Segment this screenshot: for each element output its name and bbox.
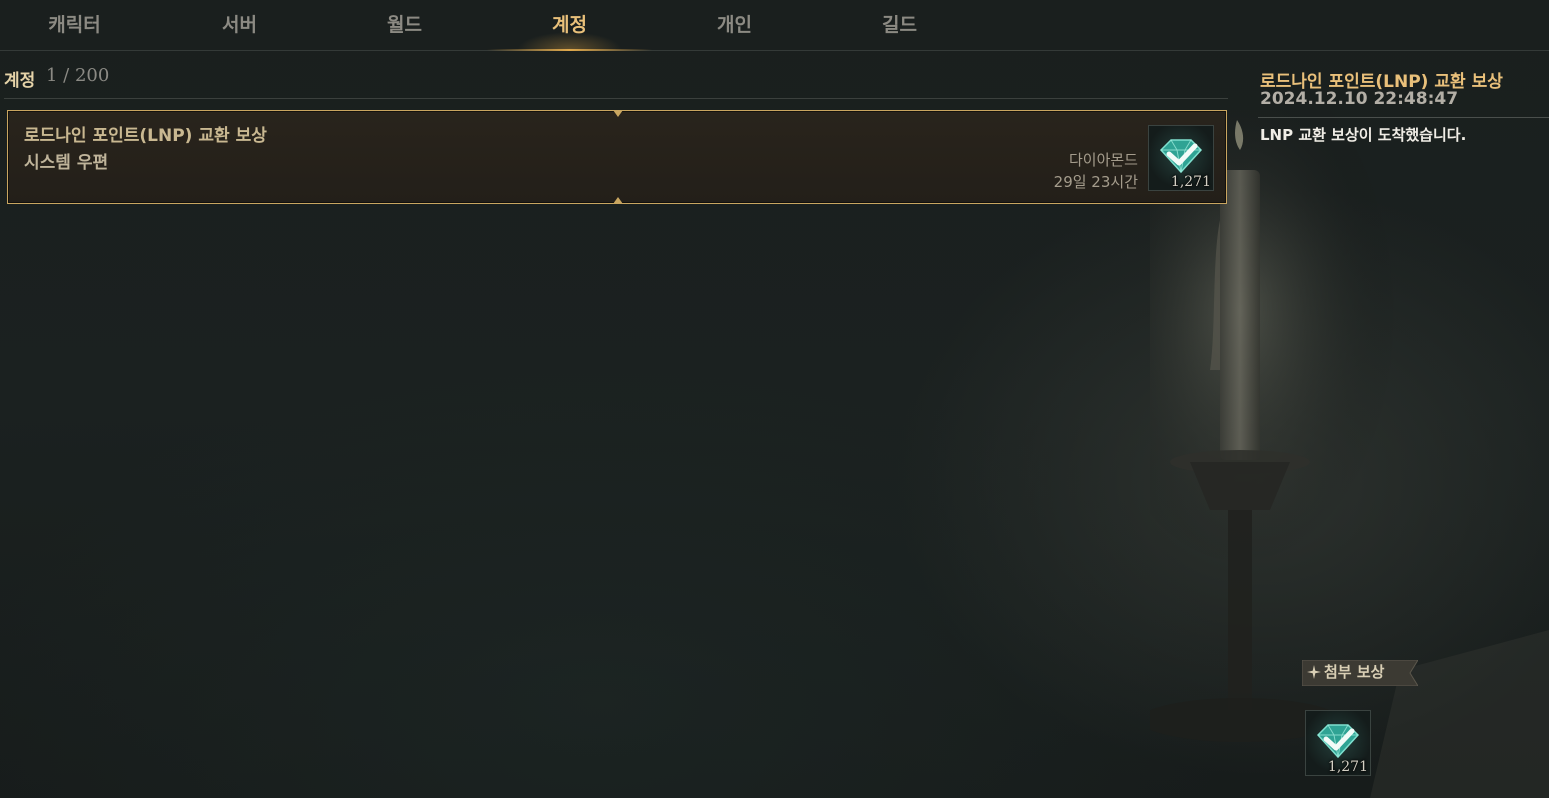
attachment-item-quantity: 1,271 xyxy=(1327,759,1368,775)
tab-guild[interactable]: 길드 xyxy=(817,0,982,50)
attachments-label: 첨부 보상 xyxy=(1324,663,1385,681)
detail-divider xyxy=(1258,117,1549,118)
mail-title: 로드나인 포인트(LNP) 교환 보상 xyxy=(24,126,267,146)
attachments-header: 첨부 보상 xyxy=(1302,660,1418,686)
sparkle-icon xyxy=(1307,665,1321,679)
mail-expire-time: 29일 23시간 xyxy=(1053,173,1138,191)
item-divider-notch-top xyxy=(613,110,623,117)
tab-account[interactable]: 계정 xyxy=(487,0,652,51)
reward-item-quantity: 1,271 xyxy=(1170,174,1211,190)
diamond-icon xyxy=(1159,139,1203,174)
attachment-item-slot[interactable]: 1,271 xyxy=(1305,710,1371,776)
candle-background-art xyxy=(1150,110,1549,798)
mail-sender: 시스템 우편 xyxy=(24,153,109,173)
tab-world[interactable]: 월드 xyxy=(322,0,487,50)
mail-count-header: 계정 1 / 200 xyxy=(4,62,1228,99)
tab-server[interactable]: 서버 xyxy=(157,0,322,50)
mailbox-tab-bar: 캐릭터 서버 월드 계정 개인 길드 xyxy=(0,0,1549,51)
mail-count: 1 / 200 xyxy=(46,65,110,86)
reward-item-slot[interactable]: 1,271 xyxy=(1148,125,1214,191)
item-divider-notch-bottom xyxy=(613,197,623,204)
detail-body: LNP 교환 보상이 도착했습니다. xyxy=(1260,126,1467,144)
mailbox-screen: 캐릭터 서버 월드 계정 개인 길드 계정 1 / 200 로드나인 포인트(L… xyxy=(0,0,1549,798)
mail-list-item[interactable]: 로드나인 포인트(LNP) 교환 보상 시스템 우편 다이아몬드 29일 23시… xyxy=(7,110,1227,204)
diamond-icon xyxy=(1316,724,1360,759)
detail-date: 2024.12.10 22:48:47 xyxy=(1260,89,1459,109)
mail-category-label: 계정 xyxy=(4,71,36,91)
mail-reward-name: 다이아몬드 xyxy=(1068,151,1138,169)
tab-character[interactable]: 캐릭터 xyxy=(0,0,157,50)
tab-account-label: 계정 xyxy=(552,14,587,36)
tab-personal[interactable]: 개인 xyxy=(652,0,817,50)
